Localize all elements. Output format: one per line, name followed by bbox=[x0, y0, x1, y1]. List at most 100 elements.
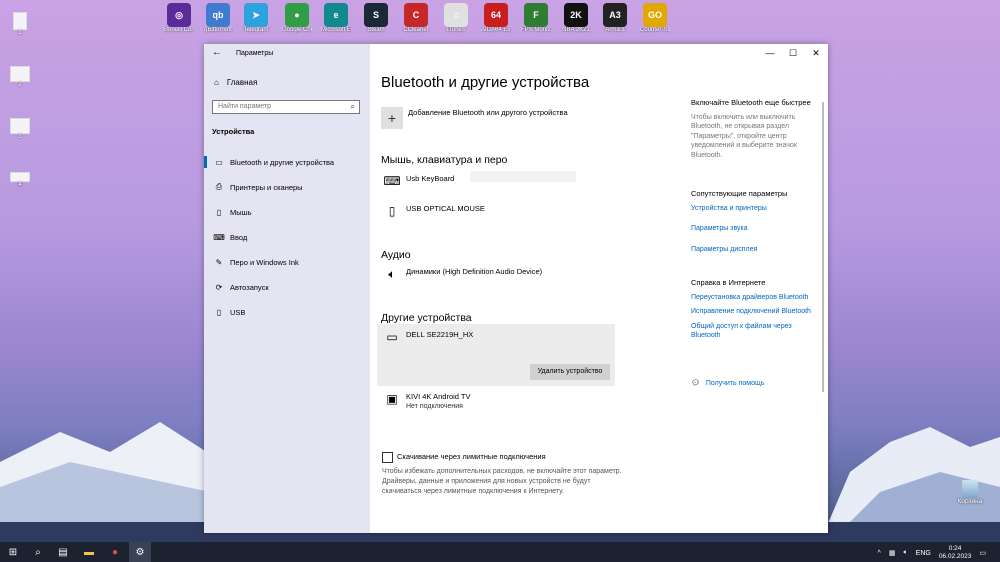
sidebar-item-usb[interactable]: ▯ USB bbox=[204, 302, 370, 322]
app-icon: A3 bbox=[603, 3, 627, 27]
app-icon: ➤ bbox=[244, 3, 268, 27]
monitor-icon: ▭ bbox=[386, 330, 398, 344]
mouse-icon: ▯ bbox=[388, 204, 396, 218]
file-explorer-icon[interactable]: ▬ bbox=[78, 542, 100, 562]
ghost-overlay bbox=[470, 171, 576, 182]
remove-device-button[interactable]: Удалить устройство bbox=[530, 364, 610, 380]
desktop-icon[interactable]: ●Google Chrome bbox=[282, 3, 312, 34]
device-tv[interactable]: ▣ KIVI 4K Android TV Нет подключения bbox=[381, 392, 470, 412]
desktop-icon[interactable]: A3 Arma 3 bbox=[600, 3, 630, 34]
sidebar-item-printers[interactable]: ⎙ Принтеры и сканеры bbox=[204, 177, 370, 197]
app-icon: F bbox=[524, 3, 548, 27]
chevron-up-icon[interactable]: ^ bbox=[878, 550, 881, 557]
search-input[interactable]: Найти параметр ⌕ bbox=[212, 100, 360, 114]
device-speakers[interactable]: 🔈︎ Динамики (High Definition Audio Devic… bbox=[381, 267, 542, 282]
desktop-icon[interactable]: qb qBittorrent bbox=[203, 3, 233, 34]
desktop-icon[interactable]: ◎Bonelli Connect bbox=[164, 3, 194, 34]
sidebar-item-pen[interactable]: ✎ Перо и Windows Ink bbox=[204, 252, 370, 272]
home-icon: ⌂ bbox=[214, 78, 219, 87]
tip-panel: Включайте Bluetooth еще быстрее Чтобы вк… bbox=[691, 98, 821, 160]
metered-note: Чтобы избежать дополнительных расходов, … bbox=[382, 468, 622, 495]
section-audio: Аудио bbox=[381, 249, 411, 261]
bluetooth-devices-icon: ▭ bbox=[215, 157, 223, 167]
plus-icon: + bbox=[387, 110, 397, 126]
device-mouse[interactable]: ▯ USB OPTICAL MOUSE bbox=[381, 204, 485, 218]
desktop-shortcut[interactable]: 2 bbox=[6, 66, 34, 88]
section-other-devices: Другие устройства bbox=[381, 312, 472, 324]
add-device-label[interactable]: Добавление Bluetooth или другого устройс… bbox=[408, 108, 568, 117]
link-fix-connections[interactable]: Исправление подключений Bluetooth bbox=[691, 307, 821, 317]
app-icon: ◎ bbox=[167, 3, 191, 27]
link-devices-printers[interactable]: Устройства и принтеры bbox=[691, 204, 821, 214]
metered-checkbox[interactable] bbox=[382, 452, 393, 463]
app-icon: qb bbox=[206, 3, 230, 27]
desktop-icon[interactable]: FFPS Monitor bbox=[521, 3, 551, 34]
sidebar-home[interactable]: ⌂ Главная bbox=[214, 78, 257, 87]
app-icon: GO bbox=[643, 3, 667, 27]
keyboard-icon: ⌨ bbox=[213, 232, 225, 242]
device-monitor[interactable]: ▭ DELL SE2219H_HX bbox=[381, 330, 473, 344]
link-reinstall-drivers[interactable]: Переустановка драйверов Bluetooth bbox=[691, 293, 821, 303]
help-chat-icon: 💬︎ bbox=[691, 380, 700, 387]
desktop-icon[interactable]: S Steam bbox=[361, 3, 391, 34]
sidebar-item-typing[interactable]: ⌨ Ввод bbox=[204, 227, 370, 247]
system-tray: ^ ▦ 🔈︎ ENG 0:24 06.02.2023 ▭ bbox=[878, 545, 986, 561]
volume-icon[interactable]: 🔈︎ bbox=[903, 549, 907, 557]
tip-text: Чтобы включить или выключить Bluetooth, … bbox=[691, 113, 797, 159]
back-arrow-icon[interactable]: ← bbox=[212, 47, 222, 58]
tip-title: Включайте Bluetooth еще быстрее bbox=[691, 98, 811, 107]
desktop-icon[interactable]: ♫ iTunes bbox=[441, 3, 471, 34]
search-placeholder: Найти параметр bbox=[218, 103, 271, 110]
metered-checkbox-label[interactable]: Скачивание через лимитные подключения bbox=[397, 452, 546, 461]
desktop-icon[interactable]: eMicrosoft Edge bbox=[321, 3, 351, 34]
desktop-shortcut[interactable]: 1 bbox=[6, 12, 34, 36]
selection-indicator bbox=[204, 156, 207, 168]
app-icon: 64 bbox=[484, 3, 508, 27]
related-settings: Сопутствующие параметры Устройства и при… bbox=[691, 189, 821, 254]
get-help[interactable]: 💬︎ Получить помощь bbox=[691, 379, 821, 389]
mouse-icon: ▯ bbox=[216, 207, 222, 217]
taskbar: ⊞ ⌕ ▤ ▬ ● ⚙ ^ ▦ 🔈︎ ENG 0:24 06.02.2023 ▭ bbox=[0, 542, 1000, 562]
recycle-bin[interactable]: Корзина bbox=[954, 480, 986, 505]
notification-icon[interactable]: ▭ bbox=[979, 549, 986, 557]
window-title: Параметры bbox=[236, 50, 274, 57]
tv-icon: ▣ bbox=[386, 392, 398, 406]
clock[interactable]: 0:24 06.02.2023 bbox=[939, 545, 972, 561]
link-file-sharing[interactable]: Общий доступ к файлам через Bluetooth bbox=[691, 322, 821, 341]
settings-gear-icon[interactable]: ⚙ bbox=[129, 542, 151, 562]
chrome-icon[interactable]: ● bbox=[104, 542, 126, 562]
app-icon: ♫ bbox=[444, 3, 468, 27]
language-indicator[interactable]: ENG bbox=[916, 550, 931, 557]
app-icon: S bbox=[364, 3, 388, 27]
desktop-icon[interactable]: GOCounter-Strike Global Off. bbox=[640, 3, 670, 34]
search-icon[interactable]: ⌕ bbox=[27, 542, 49, 562]
desktop-icon[interactable]: ➤ Telegram bbox=[241, 3, 271, 34]
start-button[interactable]: ⊞ bbox=[2, 542, 24, 562]
app-icon: e bbox=[324, 3, 348, 27]
add-device-button[interactable]: + bbox=[381, 107, 403, 129]
device-keyboard[interactable]: ⌨ Usb KeyBoard bbox=[381, 174, 454, 188]
usb-icon: ▯ bbox=[216, 307, 222, 317]
related-title: Сопутствующие параметры bbox=[691, 189, 788, 198]
desktop-icon[interactable]: C CCleaner bbox=[401, 3, 431, 34]
sidebar-item-mouse[interactable]: ▯ Мышь bbox=[204, 202, 370, 222]
desktop-shortcut[interactable]: 3 bbox=[6, 118, 34, 140]
online-help: Справка в Интернете Переустановка драйве… bbox=[691, 278, 821, 341]
speaker-icon: 🔈︎ bbox=[388, 267, 396, 281]
autoplay-icon: ⟳ bbox=[215, 282, 223, 292]
sidebar-section-title: Устройства bbox=[212, 127, 255, 136]
sidebar-item-autoplay[interactable]: ⟳ Автозапуск bbox=[204, 277, 370, 297]
link-display-settings[interactable]: Параметры дисплея bbox=[691, 245, 821, 255]
printer-icon: ⎙ bbox=[215, 182, 223, 191]
app-icon: ● bbox=[285, 3, 309, 27]
network-icon[interactable]: ▦ bbox=[889, 549, 896, 557]
recycle-bin-icon bbox=[962, 480, 978, 498]
desktop-shortcut[interactable]: 4 bbox=[6, 172, 34, 188]
desktop-icon[interactable]: 64AIDA64 Extreme bbox=[481, 3, 511, 34]
link-sound-settings[interactable]: Параметры звука bbox=[691, 224, 821, 234]
scrollbar[interactable] bbox=[822, 102, 824, 392]
task-view-icon[interactable]: ▤ bbox=[52, 542, 74, 562]
desktop-icon[interactable]: 2K NBA 2K21 bbox=[561, 3, 591, 34]
sidebar-item-bluetooth[interactable]: ▭ Bluetooth и другие устройства bbox=[204, 152, 370, 172]
search-icon: ⌕ bbox=[350, 102, 355, 111]
